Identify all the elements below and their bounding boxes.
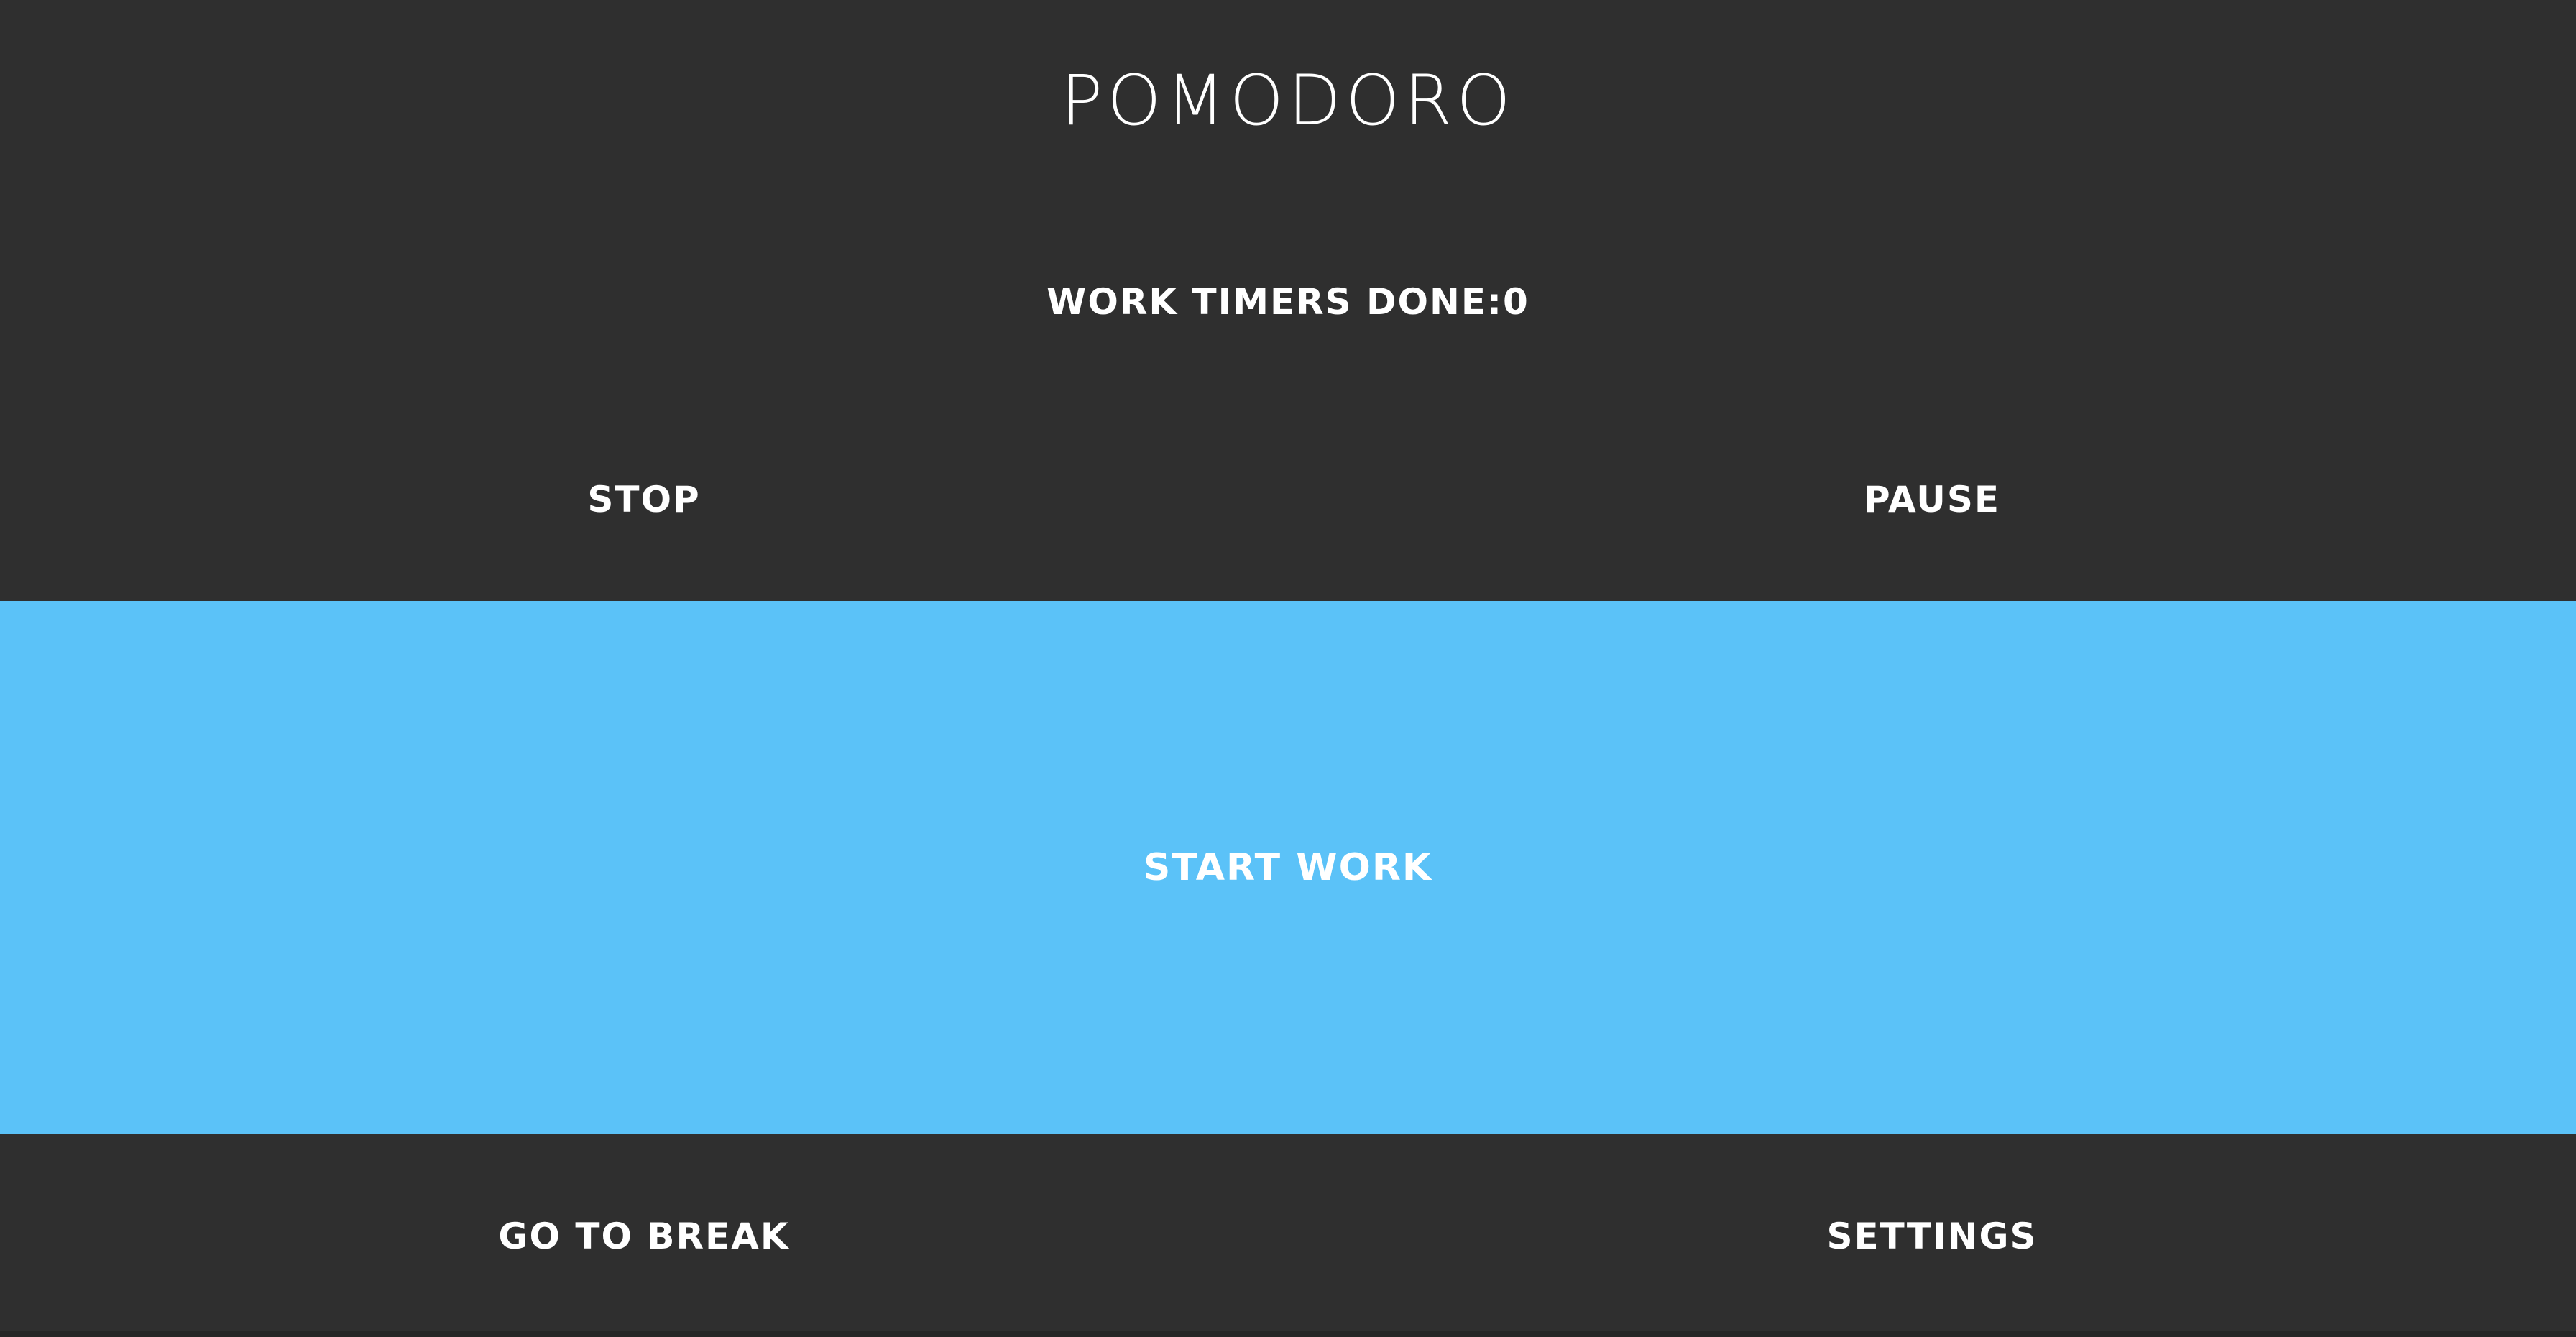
pause-button[interactable]: PAUSE	[1288, 417, 2576, 582]
pomodoro-app: POMODORO WORK TIMERS DONE:0 STOP PAUSE S…	[0, 0, 2576, 1337]
start-work-panel[interactable]: START WORK	[0, 601, 2576, 1134]
go-to-break-button[interactable]: GO TO BREAK	[0, 1150, 1288, 1323]
work-timers-counter: WORK TIMERS DONE:0	[1046, 281, 1530, 323]
app-title: POMODORO	[1061, 60, 1515, 141]
window-bottom-edge	[0, 1331, 2576, 1337]
settings-button[interactable]: SETTINGS	[1288, 1150, 2576, 1323]
start-work-button[interactable]: START WORK	[0, 601, 2576, 1134]
stop-button[interactable]: STOP	[0, 417, 1288, 582]
